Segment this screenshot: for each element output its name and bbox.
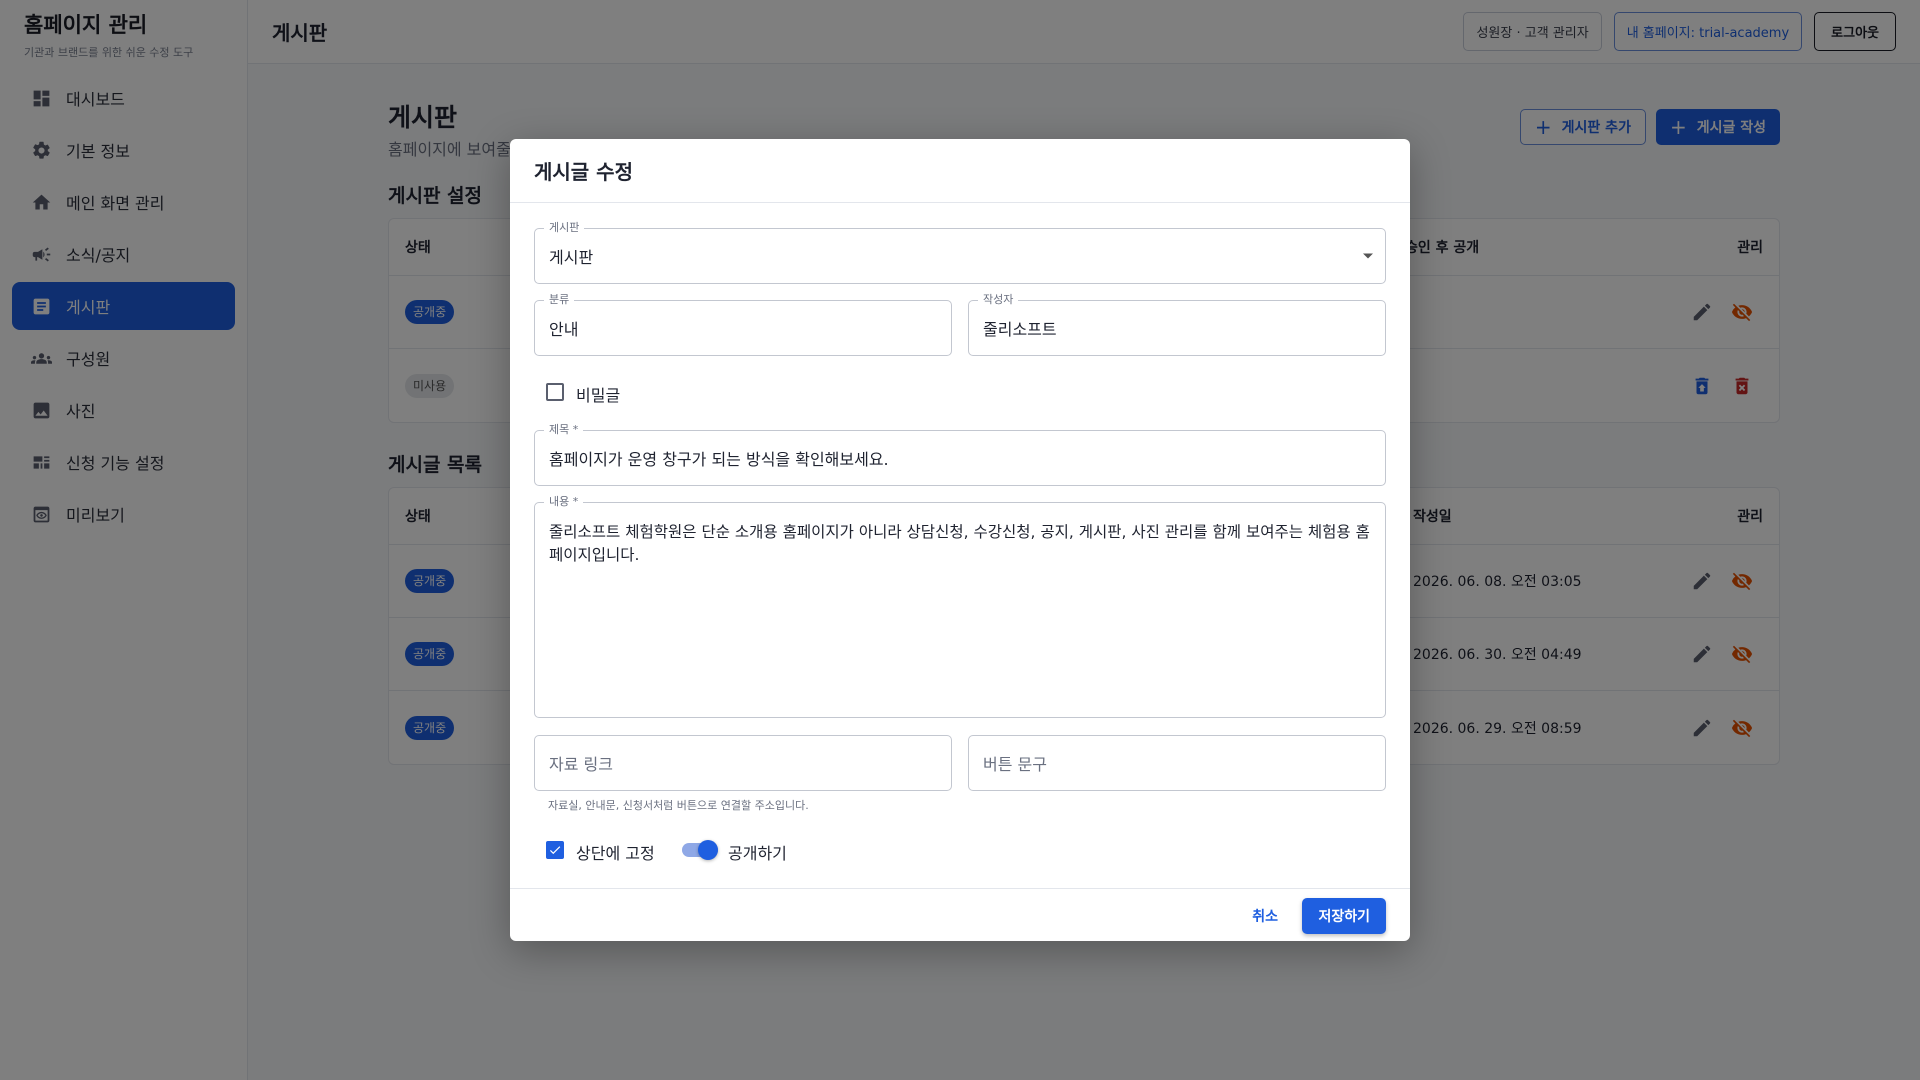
publish-label: 공개하기	[728, 844, 787, 863]
secret-checkbox[interactable]	[546, 383, 564, 401]
link-field[interactable]: 자료 링크	[534, 735, 952, 791]
board-select-value: 게시판	[549, 248, 594, 267]
category-label: 분류	[544, 293, 575, 307]
dropdown-arrow-icon	[1363, 253, 1373, 259]
pin-label: 상단에 고정	[576, 844, 655, 863]
author-field[interactable]: 작성자 줄리소프트	[968, 293, 1386, 356]
dialog-footer: 취소 저장하기	[510, 888, 1410, 941]
check-icon	[549, 846, 561, 855]
link-helper-text: 자료실, 안내문, 신청서처럼 버튼으로 연결할 주소입니다.	[548, 799, 809, 812]
content-textarea[interactable]: 내용 * 줄리소프트 체험학원은 단순 소개용 홈페이지가 아니라 상담신청, …	[534, 495, 1386, 718]
board-select[interactable]: 게시판 게시판	[534, 221, 1386, 284]
category-value: 안내	[549, 320, 579, 339]
button-text-field[interactable]: 버튼 문구	[968, 735, 1386, 791]
subject-field[interactable]: 제목 * 홈페이지가 운영 창구가 되는 방식을 확인해보세요.	[534, 423, 1386, 486]
subject-label: 제목 *	[544, 423, 584, 437]
toggle-thumb	[698, 840, 718, 860]
content-value: 줄리소프트 체험학원은 단순 소개용 홈페이지가 아니라 상담신청, 수강신청,…	[549, 523, 1370, 564]
board-select-label: 게시판	[544, 221, 585, 235]
content-label: 내용 *	[544, 495, 584, 509]
subject-value: 홈페이지가 운영 창구가 되는 방식을 확인해보세요.	[549, 450, 889, 469]
button-text-placeholder: 버튼 문구	[983, 755, 1047, 774]
author-label: 작성자	[978, 293, 1019, 307]
link-placeholder: 자료 링크	[549, 755, 613, 774]
author-value: 줄리소프트	[983, 320, 1057, 339]
cancel-button[interactable]: 취소	[1240, 899, 1290, 933]
edit-post-dialog: 게시글 수정 게시판 게시판 분류 안내 작성자 줄리소프트 비밀글 제목 * …	[510, 139, 1410, 941]
publish-toggle[interactable]	[682, 840, 718, 860]
save-button[interactable]: 저장하기	[1302, 898, 1386, 934]
dialog-title: 게시글 수정	[510, 139, 1410, 203]
secret-label: 비밀글	[576, 386, 621, 405]
pin-checkbox[interactable]	[546, 841, 564, 859]
category-field[interactable]: 분류 안내	[534, 293, 952, 356]
